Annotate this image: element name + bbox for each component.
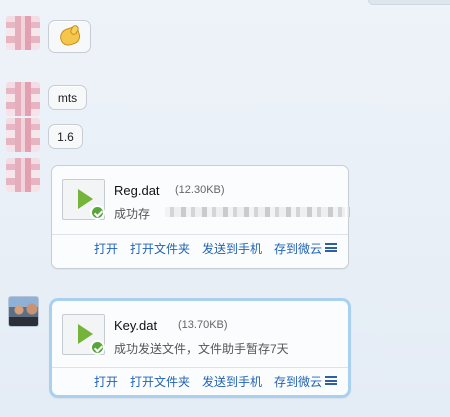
file-size: (13.70KB) xyxy=(178,319,228,331)
open-folder-link[interactable]: 打开文件夹 xyxy=(130,373,190,390)
file-actions: 打开 打开文件夹 发送到手机 存到微云 xyxy=(94,373,322,390)
top-scroll-stub xyxy=(368,0,450,5)
text-message-bubble: 1.6 xyxy=(48,124,83,149)
message-text: 1.6 xyxy=(57,129,74,144)
play-icon xyxy=(78,189,93,209)
menu-icon[interactable] xyxy=(325,243,337,252)
save-to-weiyun-link[interactable]: 存到微云 xyxy=(274,373,322,390)
open-link[interactable]: 打开 xyxy=(94,240,118,257)
contact-avatar[interactable] xyxy=(6,82,40,116)
text-message-bubble: mts xyxy=(48,85,87,110)
check-circle-icon xyxy=(90,340,105,355)
open-link[interactable]: 打开 xyxy=(94,373,118,390)
save-to-weiyun-link[interactable]: 存到微云 xyxy=(274,240,322,257)
play-icon xyxy=(78,324,93,344)
open-folder-link[interactable]: 打开文件夹 xyxy=(130,240,190,257)
contact-avatar[interactable] xyxy=(6,118,40,152)
file-name[interactable]: Key.dat xyxy=(114,318,157,333)
contact-avatar[interactable] xyxy=(6,16,40,50)
send-to-phone-link[interactable]: 发送到手机 xyxy=(202,373,262,390)
message-text: mts xyxy=(57,90,78,105)
check-circle-icon xyxy=(90,205,105,220)
send-to-phone-link[interactable]: 发送到手机 xyxy=(202,240,262,257)
file-actions: 打开 打开文件夹 发送到手机 存到微云 xyxy=(94,240,322,257)
file-info: Reg.dat (12.30KB) 成功存 xyxy=(62,176,350,230)
contact-avatar[interactable] xyxy=(6,158,40,192)
card-divider xyxy=(52,367,348,368)
file-transfer-card: Key.dat (13.70KB) 成功发送文件，文件助手暂存7天 打开 打开文… xyxy=(49,298,351,398)
card-divider xyxy=(52,234,348,235)
file-size: (12.30KB) xyxy=(175,184,225,196)
file-status: 成功发送文件，文件助手暂存7天 xyxy=(114,342,289,356)
scrollbar-highlight xyxy=(345,198,347,226)
user-avatar[interactable] xyxy=(8,296,39,327)
menu-icon[interactable] xyxy=(325,376,337,385)
blurred-path xyxy=(165,207,350,217)
file-transfer-card: Reg.dat (12.30KB) 成功存 打开 打开文件夹 发送到手机 存到微… xyxy=(51,165,350,269)
file-info: Key.dat (13.70KB) 成功发送文件，文件助手暂存7天 xyxy=(62,311,338,365)
file-status: 成功存 xyxy=(114,207,151,221)
ok-hand-icon xyxy=(57,23,82,48)
file-name[interactable]: Reg.dat xyxy=(114,183,160,198)
emoji-message-bubble xyxy=(48,20,91,53)
